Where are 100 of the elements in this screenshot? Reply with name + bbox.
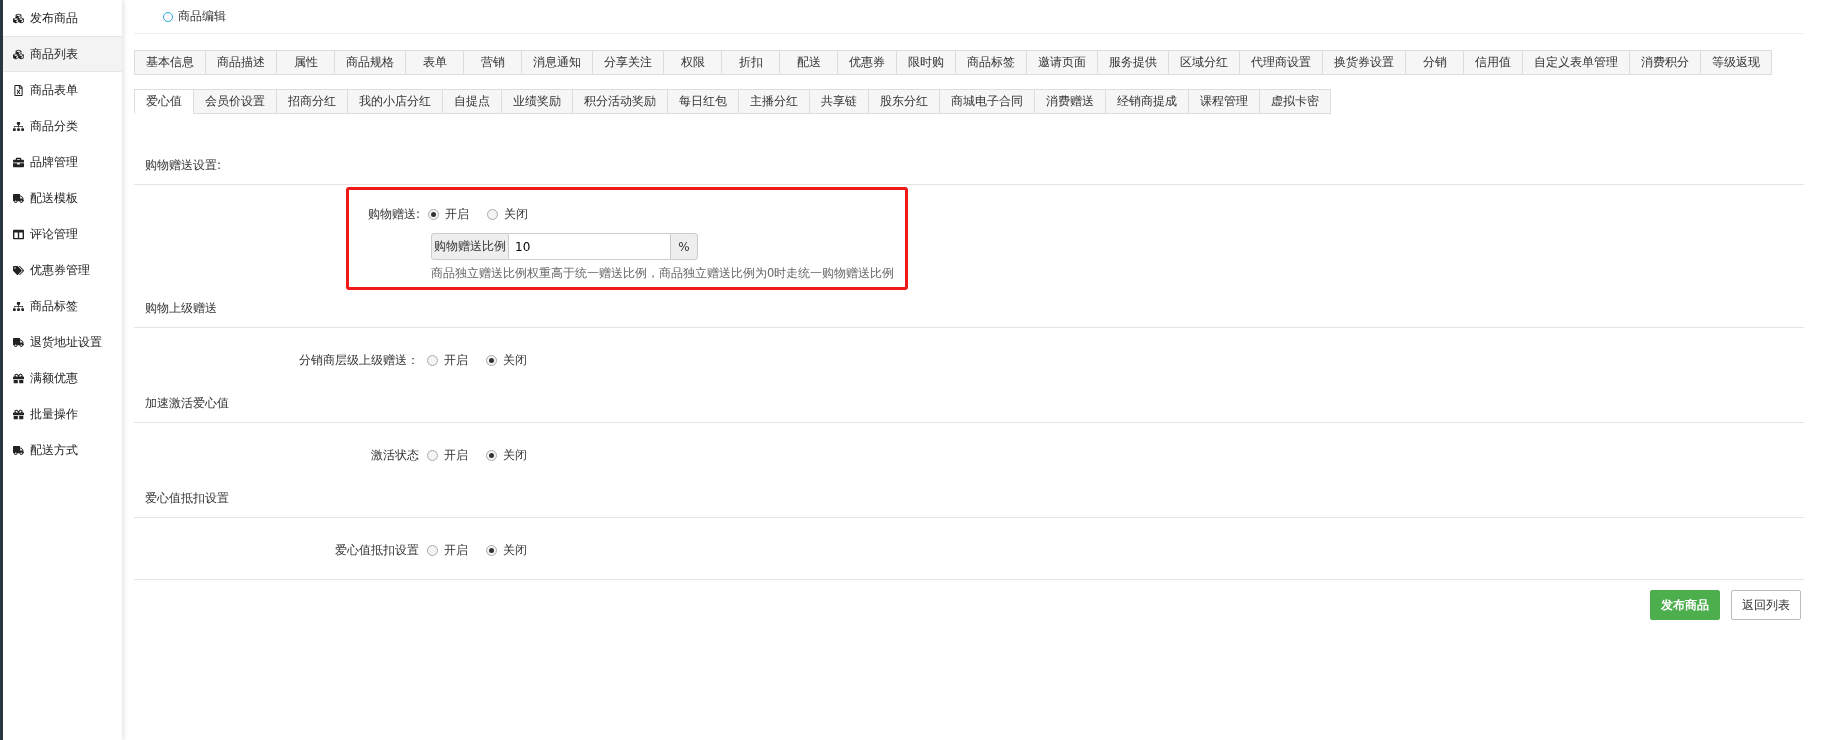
- field-label: 爱心值抵扣设置: [334, 542, 419, 559]
- tab[interactable]: 商品描述: [205, 50, 276, 75]
- sidebar-item-label: 配送模板: [30, 189, 78, 207]
- sidebar-item[interactable]: 商品表单: [3, 72, 122, 108]
- radio-option[interactable]: 关闭: [486, 352, 527, 369]
- tab[interactable]: 代理商设置: [1239, 50, 1322, 75]
- gift-icon: [13, 408, 24, 420]
- tab[interactable]: 爱心值: [134, 89, 193, 114]
- tab[interactable]: 商城电子合同: [939, 89, 1034, 114]
- truck-icon: [13, 444, 24, 456]
- file-icon: [13, 84, 24, 96]
- sidebar-item[interactable]: 品牌管理: [3, 144, 122, 180]
- tab[interactable]: 表单: [405, 50, 463, 75]
- sidebar-item[interactable]: 评论管理: [3, 216, 122, 252]
- sidebar-item[interactable]: 配送模板: [3, 180, 122, 216]
- sidebar-item-label: 商品表单: [30, 81, 78, 99]
- tab[interactable]: 基本信息: [134, 50, 205, 75]
- sidebar-item[interactable]: 批量操作: [3, 396, 122, 432]
- help-text: 商品独立赠送比例权重高于统一赠送比例，商品独立赠送比例为0时走统一购物赠送比例: [431, 266, 896, 281]
- tab[interactable]: 营销: [463, 50, 521, 75]
- tab[interactable]: 主播分红: [738, 89, 809, 114]
- radio-option[interactable]: 开启: [427, 542, 468, 559]
- tab[interactable]: 配送: [779, 50, 837, 75]
- tab[interactable]: 等级返现: [1700, 50, 1772, 75]
- tab[interactable]: 商品规格: [334, 50, 405, 75]
- sidebar-item[interactable]: 商品标签: [3, 288, 122, 324]
- radio-option[interactable]: 开启: [427, 447, 468, 464]
- sidebar-item[interactable]: 优惠券管理: [3, 252, 122, 288]
- sidebar-item-label: 满额优惠: [30, 369, 78, 387]
- sidebar-item[interactable]: 商品分类: [3, 108, 122, 144]
- radio-option[interactable]: 关闭: [487, 206, 528, 223]
- radio-button[interactable]: [427, 545, 438, 556]
- tab[interactable]: 分销: [1405, 50, 1463, 75]
- sidebar-item-label: 优惠券管理: [30, 261, 90, 279]
- sidebar-item[interactable]: 退货地址设置: [3, 324, 122, 360]
- section-title: 加速激活爱心值: [134, 385, 1804, 423]
- tab[interactable]: 商品标签: [955, 50, 1026, 75]
- tab[interactable]: 分享关注: [592, 50, 663, 75]
- tab[interactable]: 权限: [663, 50, 721, 75]
- sidebar-item-label: 品牌管理: [30, 153, 78, 171]
- tab[interactable]: 折扣: [721, 50, 779, 75]
- columns-icon: [13, 228, 24, 240]
- radio-button[interactable]: [486, 545, 497, 556]
- radio-button[interactable]: [427, 450, 438, 461]
- truck-icon: [13, 336, 24, 348]
- tab[interactable]: 招商分红: [276, 89, 347, 114]
- tab[interactable]: 股东分红: [868, 89, 939, 114]
- radio-button[interactable]: [486, 450, 497, 461]
- tab[interactable]: 邀请页面: [1026, 50, 1097, 75]
- tab[interactable]: 业绩奖励: [501, 89, 572, 114]
- radio-button[interactable]: [487, 209, 498, 220]
- sidebar-item-label: 批量操作: [30, 405, 78, 423]
- sidebar-item-label: 商品标签: [30, 297, 78, 315]
- tab[interactable]: 课程管理: [1188, 89, 1259, 114]
- back-button[interactable]: 返回列表: [1731, 590, 1801, 620]
- sidebar-item-label: 退货地址设置: [30, 333, 102, 351]
- tab[interactable]: 自提点: [442, 89, 501, 114]
- radio-option[interactable]: 开启: [428, 206, 469, 223]
- tab[interactable]: 消费积分: [1629, 50, 1700, 75]
- ratio-input[interactable]: 10: [509, 233, 670, 260]
- tab[interactable]: 经销商提成: [1105, 89, 1188, 114]
- tab[interactable]: 换货券设置: [1322, 50, 1405, 75]
- sidebar-item[interactable]: 发布商品: [3, 0, 122, 36]
- tab[interactable]: 属性: [276, 50, 334, 75]
- section-title: 购物上级赠送: [134, 290, 1804, 328]
- radio-button[interactable]: [428, 209, 439, 220]
- percent-addon: %: [670, 233, 698, 260]
- sidebar-item-label: 配送方式: [30, 441, 78, 459]
- field-label: 激活状态: [370, 447, 419, 464]
- sidebar-item-label: 商品分类: [30, 117, 78, 135]
- tab[interactable]: 消费赠送: [1034, 89, 1105, 114]
- radio-button[interactable]: [486, 355, 497, 366]
- tab[interactable]: 限时购: [896, 50, 955, 75]
- radio-option[interactable]: 开启: [427, 352, 468, 369]
- sidebar-item-label: 发布商品: [30, 9, 78, 27]
- field-label: 分销商层级上级赠送：: [298, 352, 419, 369]
- truck-icon: [13, 192, 24, 204]
- radio-option[interactable]: 关闭: [486, 542, 527, 559]
- section-title: 购物赠送设置:: [134, 147, 1804, 185]
- tab[interactable]: 区域分红: [1168, 50, 1239, 75]
- sidebar-item-label: 评论管理: [30, 225, 78, 243]
- sidebar-item[interactable]: 商品列表: [3, 36, 122, 72]
- sidebar-item[interactable]: 满额优惠: [3, 360, 122, 396]
- tab[interactable]: 优惠券: [837, 50, 896, 75]
- tab[interactable]: 信用值: [1463, 50, 1522, 75]
- tab[interactable]: 自定义表单管理: [1522, 50, 1629, 75]
- tab[interactable]: 消息通知: [521, 50, 592, 75]
- tab[interactable]: 虚拟卡密: [1259, 89, 1331, 114]
- tab[interactable]: 会员价设置: [193, 89, 276, 114]
- tab[interactable]: 服务提供: [1097, 50, 1168, 75]
- sitemap-icon: [13, 300, 24, 312]
- gift-icon: [13, 372, 24, 384]
- radio-option[interactable]: 关闭: [486, 447, 527, 464]
- page-title: 商品编辑: [178, 8, 226, 25]
- tab[interactable]: 共享链: [809, 89, 868, 114]
- tab[interactable]: 每日红包: [667, 89, 738, 114]
- radio-button[interactable]: [427, 355, 438, 366]
- tab[interactable]: 积分活动奖励: [572, 89, 667, 114]
- sidebar-item[interactable]: 配送方式: [3, 432, 122, 468]
- tab[interactable]: 我的小店分红: [347, 89, 442, 114]
